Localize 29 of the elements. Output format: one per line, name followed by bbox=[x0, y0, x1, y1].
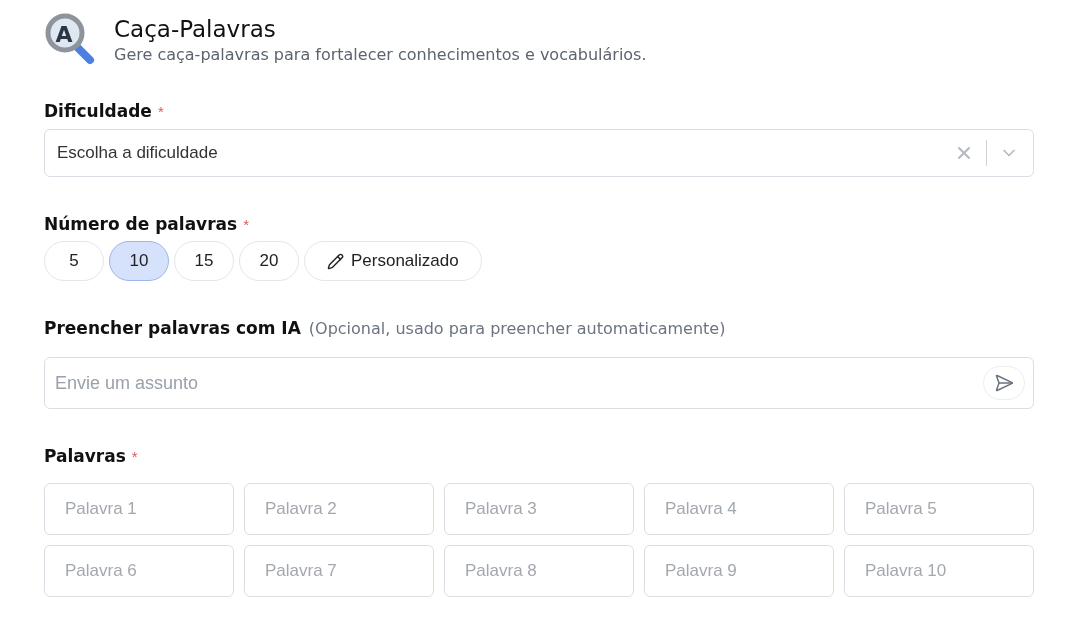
send-icon bbox=[994, 373, 1014, 393]
word-count-option[interactable]: 10 bbox=[109, 241, 169, 281]
word-input-field[interactable]: Palavra 10 bbox=[844, 545, 1034, 597]
subject-input-field[interactable]: Envie um assunto bbox=[44, 357, 1034, 409]
field-label: Número de palavras bbox=[44, 213, 238, 235]
difficulty-select[interactable]: Escolha a dificuldade bbox=[44, 129, 1034, 177]
page-title: Caça-Palavras bbox=[114, 15, 277, 43]
required-mark: * bbox=[131, 449, 138, 464]
field-label: Preencher palavras com IA bbox=[44, 317, 301, 339]
word-input-field[interactable]: Palavra 8 bbox=[444, 545, 634, 597]
word-count-option[interactable]: 15 bbox=[174, 241, 234, 281]
word-input-field[interactable]: Palavra 3 bbox=[444, 483, 634, 535]
word-count-option[interactable]: 20 bbox=[239, 241, 299, 281]
field-label: Dificuldade bbox=[44, 100, 152, 122]
word-input-field[interactable]: Palavra 5 bbox=[844, 483, 1034, 535]
word-input-field[interactable]: Palavra 6 bbox=[44, 545, 234, 597]
required-mark: * bbox=[157, 104, 164, 119]
word-input-field[interactable]: Palavra 1 bbox=[44, 483, 234, 535]
pencil-icon bbox=[327, 252, 344, 270]
optional-hint: (Opcional, usado para preencher automaticamente) bbox=[308, 319, 726, 339]
word-input-field[interactable]: Palavra 7 bbox=[244, 545, 434, 597]
word-input-field[interactable]: Palavra 9 bbox=[644, 545, 834, 597]
page-subtitle: Gere caça-palavras para fortalecer conhecimentos e vocabulários. bbox=[114, 44, 647, 65]
word-input-field[interactable]: Palavra 4 bbox=[644, 483, 834, 535]
word-count-option[interactable]: 5 bbox=[44, 241, 104, 281]
required-mark: * bbox=[243, 217, 249, 232]
field-label: Palavras bbox=[44, 445, 126, 467]
word-input-field[interactable]: Palavra 2 bbox=[244, 483, 434, 535]
custom-option-button[interactable]: Personalizado bbox=[304, 241, 482, 281]
